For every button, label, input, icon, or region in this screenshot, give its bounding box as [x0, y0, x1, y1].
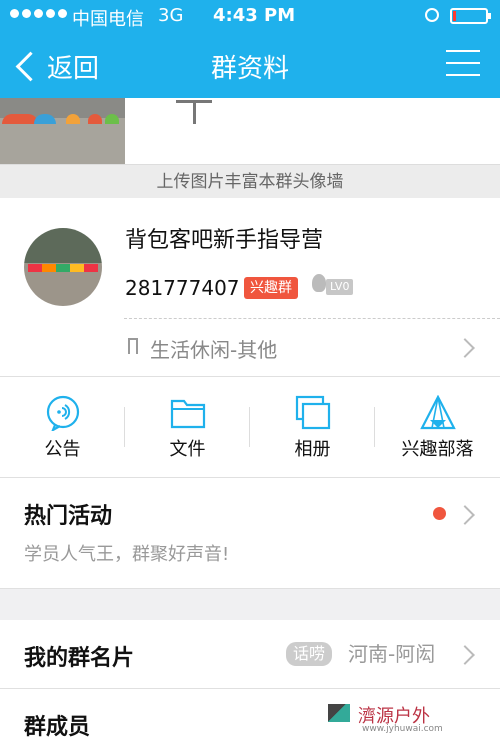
group-avatar[interactable] — [24, 228, 102, 306]
flame-icon — [312, 274, 326, 292]
page-title: 群资料 — [210, 54, 289, 84]
add-photo-button[interactable] — [126, 98, 250, 164]
group-actions: 公告 文件 相册 兴趣部落 — [0, 377, 500, 478]
battery-icon — [450, 8, 491, 24]
rotation-lock-icon — [425, 8, 439, 22]
action-label: 文件 — [169, 439, 206, 460]
action-label: 兴趣部落 — [401, 439, 474, 460]
hot-activity-title: 热门活动 — [24, 504, 113, 529]
action-label: 相册 — [294, 439, 331, 460]
my-card-value: 河南-阿闳 — [348, 642, 436, 666]
hot-activity-row[interactable]: 热门活动 学员人气王，群聚好声音! — [0, 478, 500, 589]
announcement-icon — [46, 395, 80, 431]
chevron-right-icon — [455, 645, 475, 665]
group-photo-thumbnail[interactable] — [0, 98, 125, 164]
announcement-button[interactable]: 公告 — [0, 377, 125, 477]
chevron-right-icon — [455, 338, 475, 358]
interest-group-badge: 兴趣群 — [244, 277, 298, 299]
bookmark-icon — [128, 338, 138, 354]
action-label: 公告 — [44, 439, 81, 460]
menu-icon[interactable] — [446, 50, 480, 80]
group-members-title: 群成员 — [24, 715, 91, 740]
top-bar: 中国电信 3G 4:43 PM 返回 群资料 — [0, 0, 500, 98]
group-info-card: 背包客吧新手指导营 281777407 兴趣群 LV0 生活休闲-其他 — [0, 198, 500, 377]
carrier-label: 中国电信 — [72, 9, 144, 30]
level-label: LV0 — [326, 279, 354, 295]
notification-dot — [433, 507, 446, 520]
album-button[interactable]: 相册 — [250, 377, 375, 477]
my-group-card-row[interactable]: 我的群名片 话唠 河南-阿闳 — [0, 620, 500, 689]
files-button[interactable]: 文件 — [125, 377, 250, 477]
tribe-tent-icon — [420, 395, 456, 430]
hot-activity-subtitle: 学员人气王，群聚好声音! — [24, 544, 230, 565]
group-category: 生活休闲-其他 — [150, 338, 278, 362]
watermark-logo: 濟源户外 www.jyhuwai.com — [318, 692, 496, 742]
album-icon — [295, 395, 331, 430]
status-bar: 中国电信 3G 4:43 PM — [0, 0, 500, 34]
photo-wall — [0, 98, 500, 164]
talkative-tag: 话唠 — [286, 642, 333, 666]
my-group-card-title: 我的群名片 — [24, 646, 135, 671]
status-time: 4:43 PM — [213, 5, 296, 26]
upload-hint: 上传图片丰富本群头像墙 — [0, 164, 500, 199]
signal-strength-icon — [10, 9, 67, 18]
divider — [124, 318, 500, 319]
group-name: 背包客吧新手指导营 — [125, 228, 324, 253]
interest-tribe-button[interactable]: 兴趣部落 — [375, 377, 500, 477]
folder-icon — [170, 399, 206, 429]
group-category-row[interactable]: 生活休闲-其他 — [124, 326, 500, 366]
chevron-right-icon — [455, 505, 475, 525]
group-number: 281777407 — [125, 276, 240, 300]
network-type: 3G — [158, 5, 184, 26]
